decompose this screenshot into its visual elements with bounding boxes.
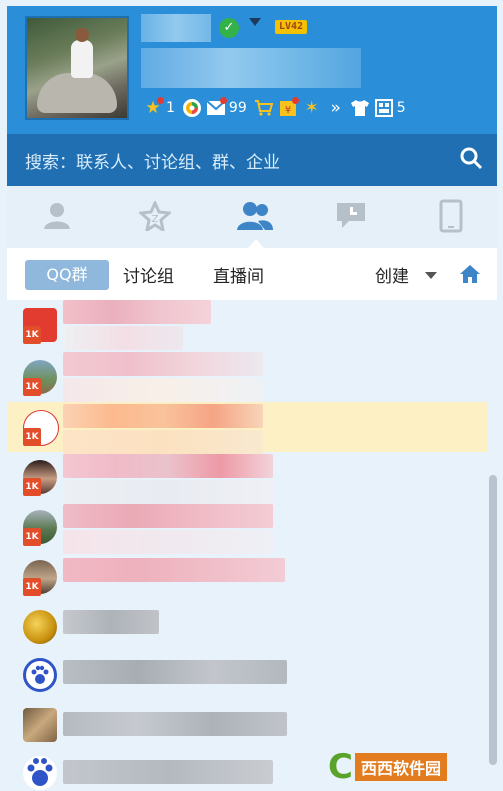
group-item[interactable]: 1K: [7, 552, 487, 602]
tab-favorites[interactable]: Z: [135, 196, 175, 236]
qzone-icon[interactable]: [181, 97, 203, 119]
more-icon[interactable]: »: [325, 97, 347, 119]
group-avatar: [23, 658, 57, 692]
baidu-paw-icon: [27, 758, 53, 786]
star-count: 1: [166, 100, 175, 116]
group-name-blurred: [63, 760, 273, 784]
scrollbar[interactable]: [489, 475, 497, 765]
person-icon: [44, 203, 70, 229]
main-tab-bar: Z: [7, 186, 497, 248]
paw-icon: [31, 665, 49, 684]
group-icon: [237, 202, 273, 230]
user-avatar[interactable]: [25, 16, 129, 120]
active-tab-pointer: [248, 239, 264, 248]
tab-live[interactable]: 直播间: [213, 262, 264, 287]
cart-icon[interactable]: [253, 97, 275, 119]
tab-messages[interactable]: [331, 196, 371, 236]
apps-count: 5: [396, 100, 406, 116]
mail-icon[interactable]: [205, 97, 227, 119]
tab-qq-group[interactable]: QQ群: [25, 260, 109, 290]
create-button[interactable]: 创建: [375, 262, 409, 287]
group-desc-blurred: [63, 530, 273, 554]
group-item[interactable]: 1K: [7, 502, 487, 554]
group-name-blurred: [63, 504, 273, 528]
home-icon[interactable]: [459, 264, 481, 284]
profile-header: ✓ LV42 ★ 1 99 ¥ ✶ » 5: [7, 6, 497, 134]
group-level-badge: 1K: [23, 478, 41, 496]
group-avatar: [23, 756, 57, 790]
group-item[interactable]: 1K: [7, 452, 487, 504]
group-name-blurred: [63, 352, 263, 376]
group-name-blurred: [63, 454, 273, 478]
tab-groups[interactable]: [235, 196, 275, 236]
group-desc-blurred: [63, 480, 273, 504]
group-avatar: [23, 708, 57, 742]
group-level-badge: 1K: [23, 578, 41, 596]
search-placeholder: 搜索：联系人、讨论组、群、企业: [25, 153, 280, 173]
group-level-badge: 1K: [23, 326, 41, 344]
group-sub-tabs: QQ群 讨论组 直播间 创建: [7, 248, 497, 300]
chat-bubble-icon: [337, 203, 365, 228]
group-item[interactable]: [7, 700, 487, 750]
shirt-icon[interactable]: [349, 97, 371, 119]
create-dropdown-icon[interactable]: [425, 272, 437, 279]
star-icon[interactable]: ★: [142, 97, 164, 119]
group-item[interactable]: [7, 602, 487, 652]
group-list: 1K 1K 1K 1K 1K 1K: [7, 300, 497, 791]
svg-text:Z: Z: [152, 214, 159, 225]
watermark-text: 西西软件园: [354, 753, 447, 781]
status-dropdown-icon[interactable]: [249, 18, 261, 26]
phone-icon: [439, 199, 463, 233]
level-badge[interactable]: LV42: [275, 20, 308, 34]
star-outline-icon: Z: [139, 201, 171, 231]
watermark-c-logo: C: [328, 747, 353, 787]
group-level-badge: 1K: [23, 378, 41, 396]
tab-contacts[interactable]: [37, 196, 77, 236]
group-name-blurred: [63, 300, 211, 324]
watermark-logo: C 西西软件园: [328, 747, 447, 787]
nickname-blurred: [141, 14, 211, 42]
group-name-blurred: [63, 610, 159, 634]
qq-window: ✓ LV42 ★ 1 99 ¥ ✶ » 5 搜索：联系人、讨论组、群、企业 Z …: [0, 0, 503, 791]
apps-icon[interactable]: [373, 97, 395, 119]
group-avatar: [23, 610, 57, 644]
tab-discussion[interactable]: 讨论组: [123, 262, 174, 287]
group-name-blurred: [63, 660, 287, 684]
group-level-badge: 1K: [23, 428, 41, 446]
group-level-badge: 1K: [23, 528, 41, 546]
tab-phone[interactable]: [431, 196, 471, 236]
group-item-selected[interactable]: 1K: [7, 402, 487, 454]
signature-blurred[interactable]: [141, 48, 361, 88]
mail-count: 99: [228, 100, 247, 116]
online-status-icon[interactable]: ✓: [219, 18, 239, 38]
wallet-icon[interactable]: ¥: [277, 97, 299, 119]
svg-text:¥: ¥: [285, 105, 291, 116]
group-item[interactable]: 1K: [7, 300, 487, 350]
group-desc-blurred: [63, 430, 263, 454]
group-desc-blurred: [63, 326, 183, 350]
dance-icon[interactable]: ✶: [301, 97, 323, 119]
search-bar[interactable]: 搜索：联系人、讨论组、群、企业: [7, 134, 497, 186]
group-name-blurred: [63, 712, 287, 736]
group-name-blurred: [63, 558, 285, 582]
group-name-blurred: [63, 404, 263, 428]
group-item[interactable]: 1K: [7, 352, 487, 402]
group-desc-blurred: [63, 378, 263, 402]
group-item[interactable]: [7, 650, 487, 700]
search-icon[interactable]: [459, 146, 483, 170]
header-toolbar: ★ 1 99 ¥ ✶ » 5: [142, 96, 412, 120]
